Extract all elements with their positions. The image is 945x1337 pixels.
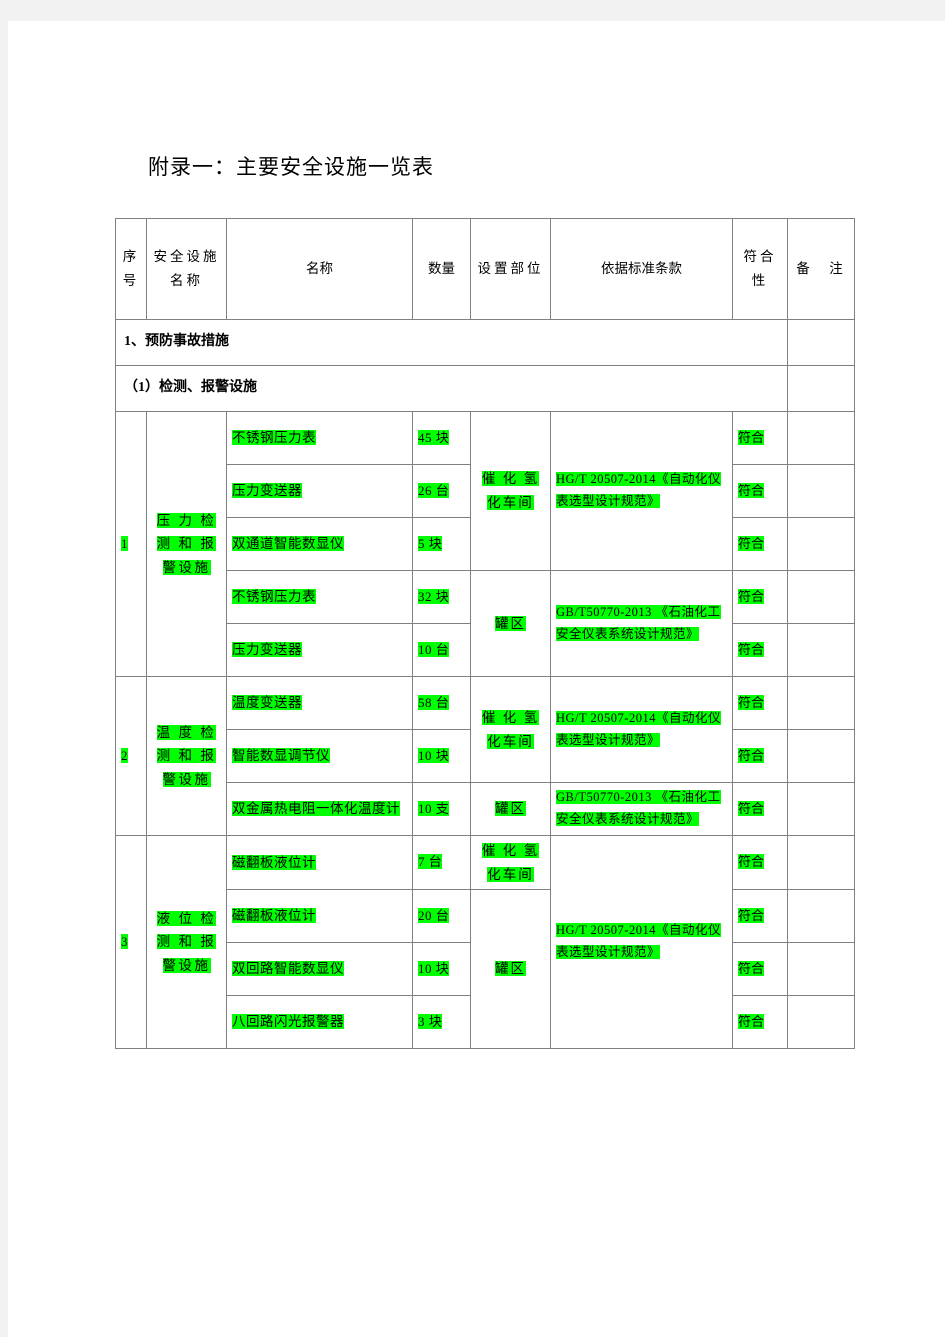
- item-name: 温度变送器: [226, 676, 413, 730]
- item-remark: [787, 411, 855, 465]
- table-row: 磁翻板液位计 20 台罐区 符合: [116, 889, 855, 1050]
- table-section-row: （1）检测、报警设施: [115, 365, 855, 412]
- item-remark: [787, 782, 855, 836]
- item-name: 压力变送器: [226, 464, 413, 518]
- item-remark: [787, 570, 855, 624]
- item-name: 磁翻板液位计: [226, 889, 413, 944]
- item-quantity: 58 台: [412, 676, 471, 730]
- item-quantity: 7 台: [412, 834, 471, 891]
- page-title: 附录一：主要安全设施一览表: [148, 156, 434, 179]
- safety-facility-table: 序号 安全设施名称 名称 数量 设置部位 依据标准条款 符合性备 注 1、预防事故措施 （1）检…: [115, 218, 855, 1050]
- table-row: 3液 位 检 测 和 报 警设施 磁翻板液位计 7 台催 化 氢化车间 HG/T 20…: [115, 834, 855, 1050]
- table-row: 1压 力 检 测 和 报 警设施 不锈钢压力表 45 块催 化 氢化车间 HG/T 2…: [115, 411, 855, 677]
- table-header-row: 序号 安全设施名称 名称 数量 设置部位 依据标准条款 符合性备 注: [115, 218, 855, 320]
- table-row: 2温 度 检 测 和 报 警设施 温度变送器 58 台催 化 氢化车间 HG/T 20…: [115, 676, 855, 836]
- row-index: 1: [115, 411, 147, 677]
- item-quantity: 10 台: [412, 623, 471, 677]
- item-remark: [787, 464, 855, 518]
- section-remark-cell: [787, 365, 855, 412]
- item-conformity: 符合: [732, 782, 788, 836]
- facility-name: 液 位 检 测 和 报 警设施: [146, 834, 227, 1050]
- item-conformity: 符合: [732, 517, 788, 571]
- facility-name: 温 度 检 测 和 报 警设施: [146, 676, 227, 836]
- item-name: 磁翻板液位计: [226, 834, 413, 891]
- item-quantity: 5 块: [412, 517, 471, 571]
- item-quantity: 45 块: [412, 411, 471, 465]
- facility-name: 压 力 检 测 和 报 警设施: [146, 411, 227, 677]
- item-name: 双金属热电阻一体化温度计: [226, 782, 413, 836]
- item-conformity: 符合: [732, 676, 788, 730]
- item-location: 催 化 氢化车间: [470, 676, 551, 783]
- item-name: 八回路闪光报警器: [226, 995, 413, 1050]
- item-location: 罐区: [470, 782, 551, 836]
- header-cell-remark: 备 注: [787, 218, 855, 320]
- item-conformity: 符合: [732, 834, 788, 891]
- table-row: 不锈钢压力表 32 块罐区 GB/T50770-2013 《石油化工安全仪表系统设计…: [116, 570, 855, 677]
- table-section-row: 1、预防事故措施: [115, 319, 855, 366]
- item-conformity: 符合: [732, 623, 788, 677]
- item-name: 双回路智能数显仪: [226, 942, 413, 997]
- item-location: 罐区: [470, 570, 551, 677]
- item-remark: [787, 942, 855, 997]
- item-remark: [787, 623, 855, 677]
- item-name: 压力变送器: [226, 623, 413, 677]
- item-standard: HG/T 20507-2014《自动化仪表选型设计规范》: [550, 834, 733, 1050]
- item-conformity: 符合: [732, 464, 788, 518]
- table-body: 序号 安全设施名称 名称 数量 设置部位 依据标准条款 符合性备 注 1、预防事故措施 （1）检…: [115, 218, 855, 1050]
- item-remark: [787, 517, 855, 571]
- header-cell-facility-name: 安全设施名称: [146, 218, 227, 320]
- row-index: 3: [115, 834, 147, 1050]
- item-location: 罐区: [470, 889, 551, 1050]
- header-cell-location: 设置部位: [470, 218, 551, 320]
- item-standard: GB/T50770-2013 《石油化工安全仪表系统设计规范》: [550, 570, 733, 677]
- item-standard: HG/T 20507-2014《自动化仪表选型设计规范》: [550, 411, 733, 571]
- item-conformity: 符合: [732, 570, 788, 624]
- item-location: 催 化 氢化车间: [470, 411, 551, 571]
- item-name: 不锈钢压力表: [226, 570, 413, 624]
- table-row: 双金属热电阻一体化温度计 10 支罐区 GB/T50770-2013 《石油化工安全…: [116, 782, 855, 836]
- item-name: 智能数显调节仪: [226, 729, 413, 783]
- item-standard: GB/T50770-2013 《石油化工安全仪表系统设计规范》: [550, 782, 733, 836]
- row-index: 2: [115, 676, 147, 836]
- section-remark-cell: [787, 319, 855, 366]
- item-quantity: 20 台: [412, 889, 471, 944]
- item-remark: [787, 729, 855, 783]
- header-cell-standard: 依据标准条款: [550, 218, 733, 320]
- item-remark: [787, 995, 855, 1050]
- item-conformity: 符合: [732, 411, 788, 465]
- item-location: 催 化 氢化车间: [470, 834, 551, 891]
- item-remark: [787, 834, 855, 891]
- item-standard: HG/T 20507-2014《自动化仪表选型设计规范》: [550, 676, 733, 783]
- item-name: 双通道智能数显仪: [226, 517, 413, 571]
- item-conformity: 符合: [732, 942, 788, 997]
- item-name: 不锈钢压力表: [226, 411, 413, 465]
- item-quantity: 3 块: [412, 995, 471, 1050]
- item-remark: [787, 676, 855, 730]
- item-remark: [787, 889, 855, 944]
- item-conformity: 符合: [732, 995, 788, 1050]
- document-page: 附录一：主要安全设施一览表 序号 安全设施名称 名称 数量 设置部位 依据标准条款 符合性备…: [8, 21, 945, 1337]
- section-label: （1）检测、报警设施: [115, 365, 788, 412]
- item-quantity: 10 块: [412, 942, 471, 997]
- item-quantity: 26 台: [412, 464, 471, 518]
- header-cell-index: 序号: [115, 218, 147, 320]
- item-quantity: 10 支: [412, 782, 471, 836]
- item-conformity: 符合: [732, 889, 788, 944]
- item-quantity: 32 块: [412, 570, 471, 624]
- item-conformity: 符合: [732, 729, 788, 783]
- header-cell-name: 名称: [226, 218, 413, 320]
- item-quantity: 10 块: [412, 729, 471, 783]
- header-cell-quantity: 数量: [412, 218, 471, 320]
- header-cell-conformity: 符合性: [732, 218, 788, 320]
- section-label: 1、预防事故措施: [115, 319, 788, 366]
